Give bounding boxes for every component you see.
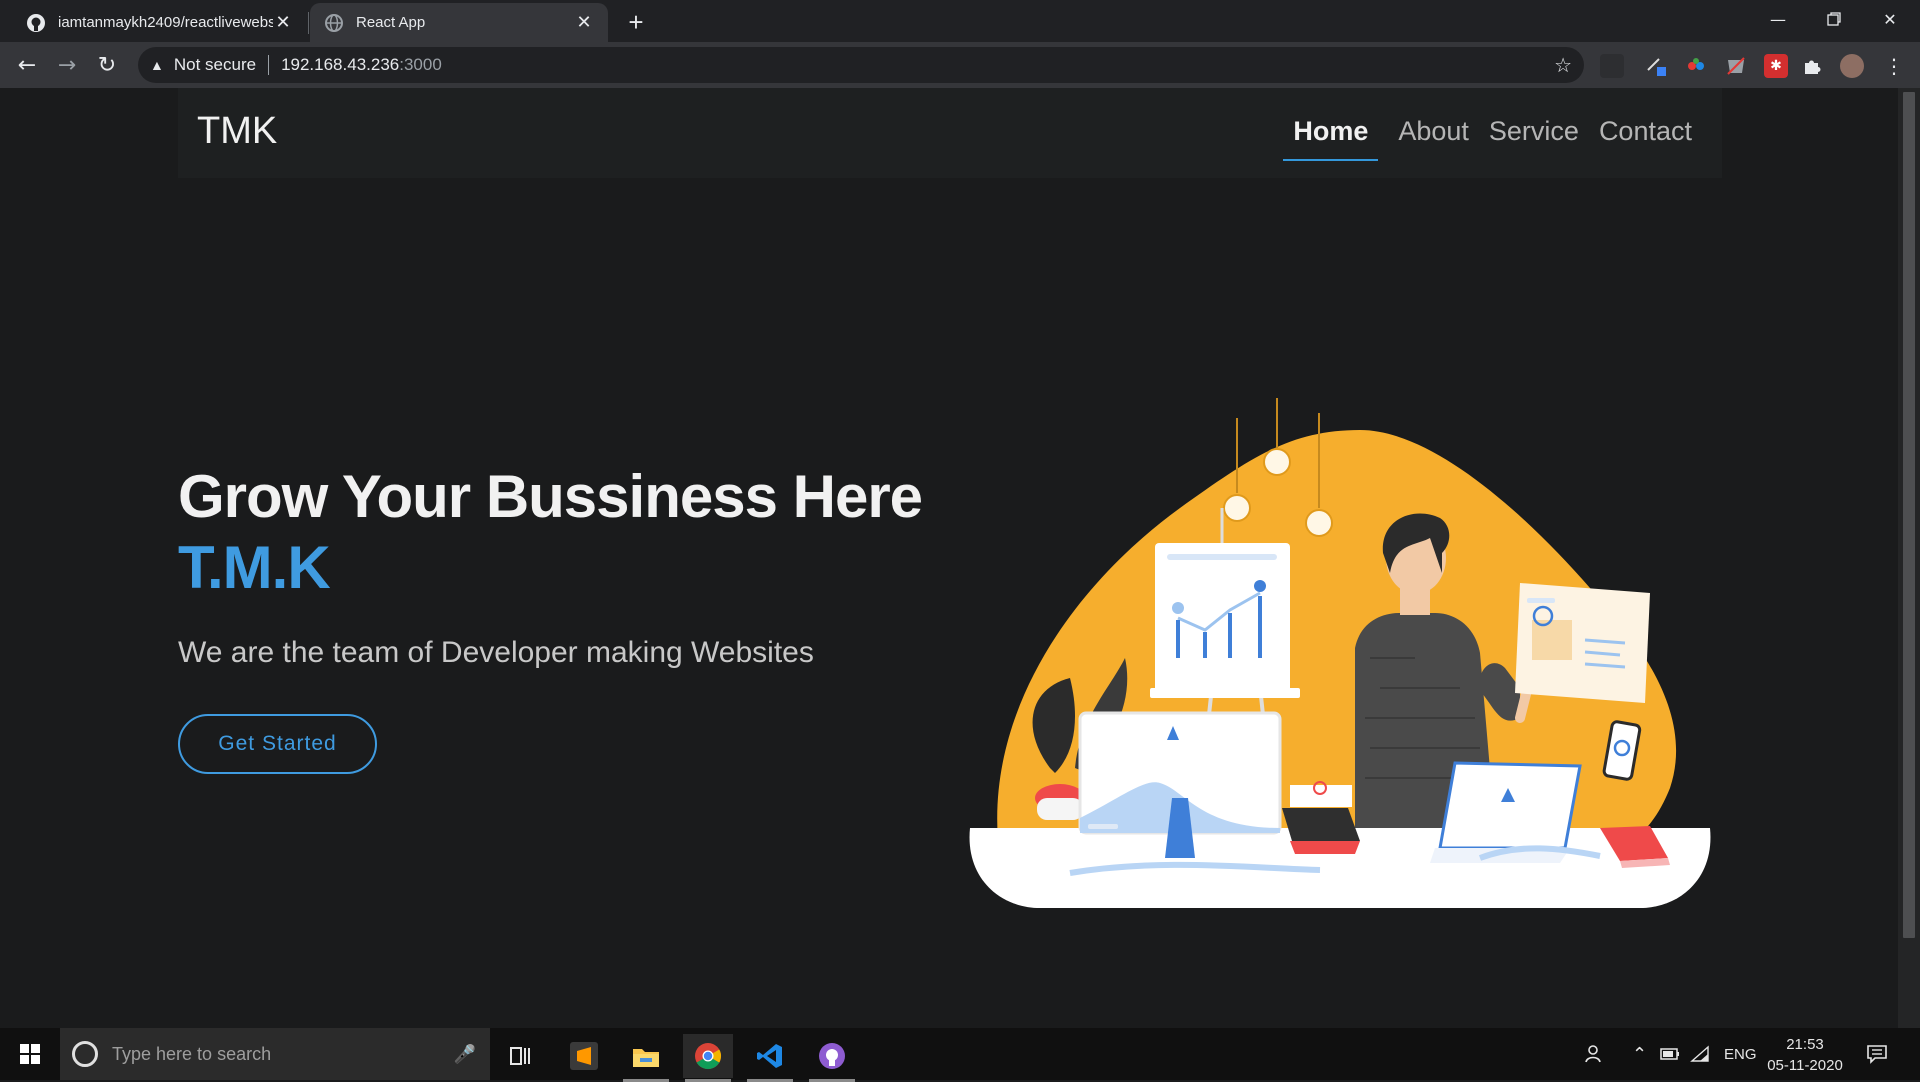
globe-icon: [324, 13, 344, 33]
hero-illustration: [969, 398, 1711, 908]
file-explorer-icon[interactable]: [621, 1034, 671, 1082]
nav-link-home[interactable]: Home: [1283, 116, 1379, 161]
site-brand[interactable]: TMK: [197, 110, 277, 153]
chrome-icon[interactable]: [683, 1034, 733, 1082]
scrollbar-thumb[interactable]: [1903, 92, 1915, 938]
notifications-icon[interactable]: [1866, 1028, 1888, 1080]
forward-icon[interactable]: →: [52, 50, 82, 80]
get-started-button[interactable]: Get Started: [178, 714, 377, 774]
profile-avatar[interactable]: [1840, 54, 1864, 78]
tablet-icon: [1282, 781, 1360, 854]
extension-pen-icon[interactable]: [1644, 54, 1668, 78]
show-hidden-icons-icon[interactable]: ⌃: [1632, 1028, 1647, 1080]
extension-dots-icon[interactable]: [1684, 54, 1708, 78]
nav-links: Home About Service Contact: [1283, 116, 1692, 161]
nav-link-service[interactable]: Service: [1489, 116, 1579, 161]
new-tab-button[interactable]: +: [620, 7, 652, 37]
url-host[interactable]: 192.168.43.236: [281, 55, 399, 75]
url-port[interactable]: :3000: [399, 55, 442, 75]
vscode-icon[interactable]: [745, 1034, 795, 1082]
warning-icon[interactable]: ▲: [150, 57, 164, 73]
system-clock[interactable]: 21:53 05-11-2020: [1762, 1034, 1848, 1076]
bookmark-star-icon[interactable]: ☆: [1554, 53, 1572, 78]
windows-start-icon[interactable]: [0, 1028, 60, 1080]
battery-icon[interactable]: [1660, 1028, 1680, 1080]
close-icon[interactable]: ✕: [574, 12, 594, 33]
cortana-icon: [72, 1041, 98, 1067]
github-desktop-icon[interactable]: [807, 1034, 857, 1082]
taskbar-search-input[interactable]: Type here to search 🎤: [60, 1028, 490, 1080]
security-label[interactable]: Not secure: [174, 55, 256, 75]
tab-github[interactable]: iamtanmaykh2409/reactlivewebsite ✕: [12, 3, 307, 42]
minimize-icon[interactable]: —: [1750, 0, 1806, 38]
address-bar[interactable]: ▲ Not secure 192.168.43.236:3000 ☆: [138, 47, 1584, 83]
page-viewport: TMK Home About Service Contact Grow Your…: [0, 88, 1898, 1028]
close-window-icon[interactable]: ✕: [1862, 0, 1918, 38]
tab-title: React App: [356, 14, 426, 31]
browser-toolbar: ← → ↻ ▲ Not secure 192.168.43.236:3000 ☆…: [0, 42, 1920, 88]
windows-taskbar: Type here to search 🎤 ⌃ ENG 21:53 05-11-…: [0, 1028, 1920, 1082]
more-menu-icon[interactable]: ⋮: [1882, 54, 1906, 78]
github-icon: [26, 13, 46, 33]
clock-time: 21:53: [1786, 1036, 1824, 1053]
taskbar-search-placeholder: Type here to search: [112, 1043, 272, 1064]
hero-title: Grow Your Bussiness Here: [178, 463, 923, 530]
microphone-icon[interactable]: 🎤: [454, 1044, 476, 1065]
address-divider: [268, 55, 270, 75]
extensions-puzzle-icon[interactable]: [1800, 54, 1824, 78]
wifi-icon[interactable]: [1690, 1028, 1710, 1080]
restore-icon[interactable]: [1806, 0, 1862, 38]
hero-brand: T.M.K: [178, 534, 331, 601]
language-indicator[interactable]: ENG: [1724, 1028, 1757, 1080]
extension-red-icon[interactable]: ✱: [1764, 54, 1788, 78]
web-page-card-icon: [1515, 583, 1650, 703]
back-icon[interactable]: ←: [12, 50, 42, 80]
people-icon[interactable]: [1584, 1028, 1606, 1080]
tab-title: iamtanmaykh2409/reactlivewebsite: [58, 14, 273, 31]
hero-subtitle: We are the team of Developer making Webs…: [178, 636, 814, 669]
extension-icon[interactable]: [1600, 54, 1624, 78]
task-view-icon[interactable]: [495, 1034, 545, 1078]
page-scrollbar[interactable]: [1898, 88, 1920, 1028]
tab-divider: [308, 12, 309, 34]
sublime-text-icon[interactable]: [559, 1034, 609, 1078]
clock-date: 05-11-2020: [1767, 1057, 1843, 1074]
browser-tab-strip: iamtanmaykh2409/reactlivewebsite ✕ React…: [0, 0, 1920, 42]
site-navbar: TMK Home About Service Contact: [178, 88, 1722, 178]
nav-link-contact[interactable]: Contact: [1599, 116, 1692, 161]
extension-shield-icon[interactable]: [1724, 54, 1748, 78]
reload-icon[interactable]: ↻: [92, 50, 122, 80]
tab-react-app[interactable]: React App ✕: [310, 3, 608, 42]
nav-link-about[interactable]: About: [1398, 116, 1469, 161]
close-icon[interactable]: ✕: [273, 12, 293, 33]
